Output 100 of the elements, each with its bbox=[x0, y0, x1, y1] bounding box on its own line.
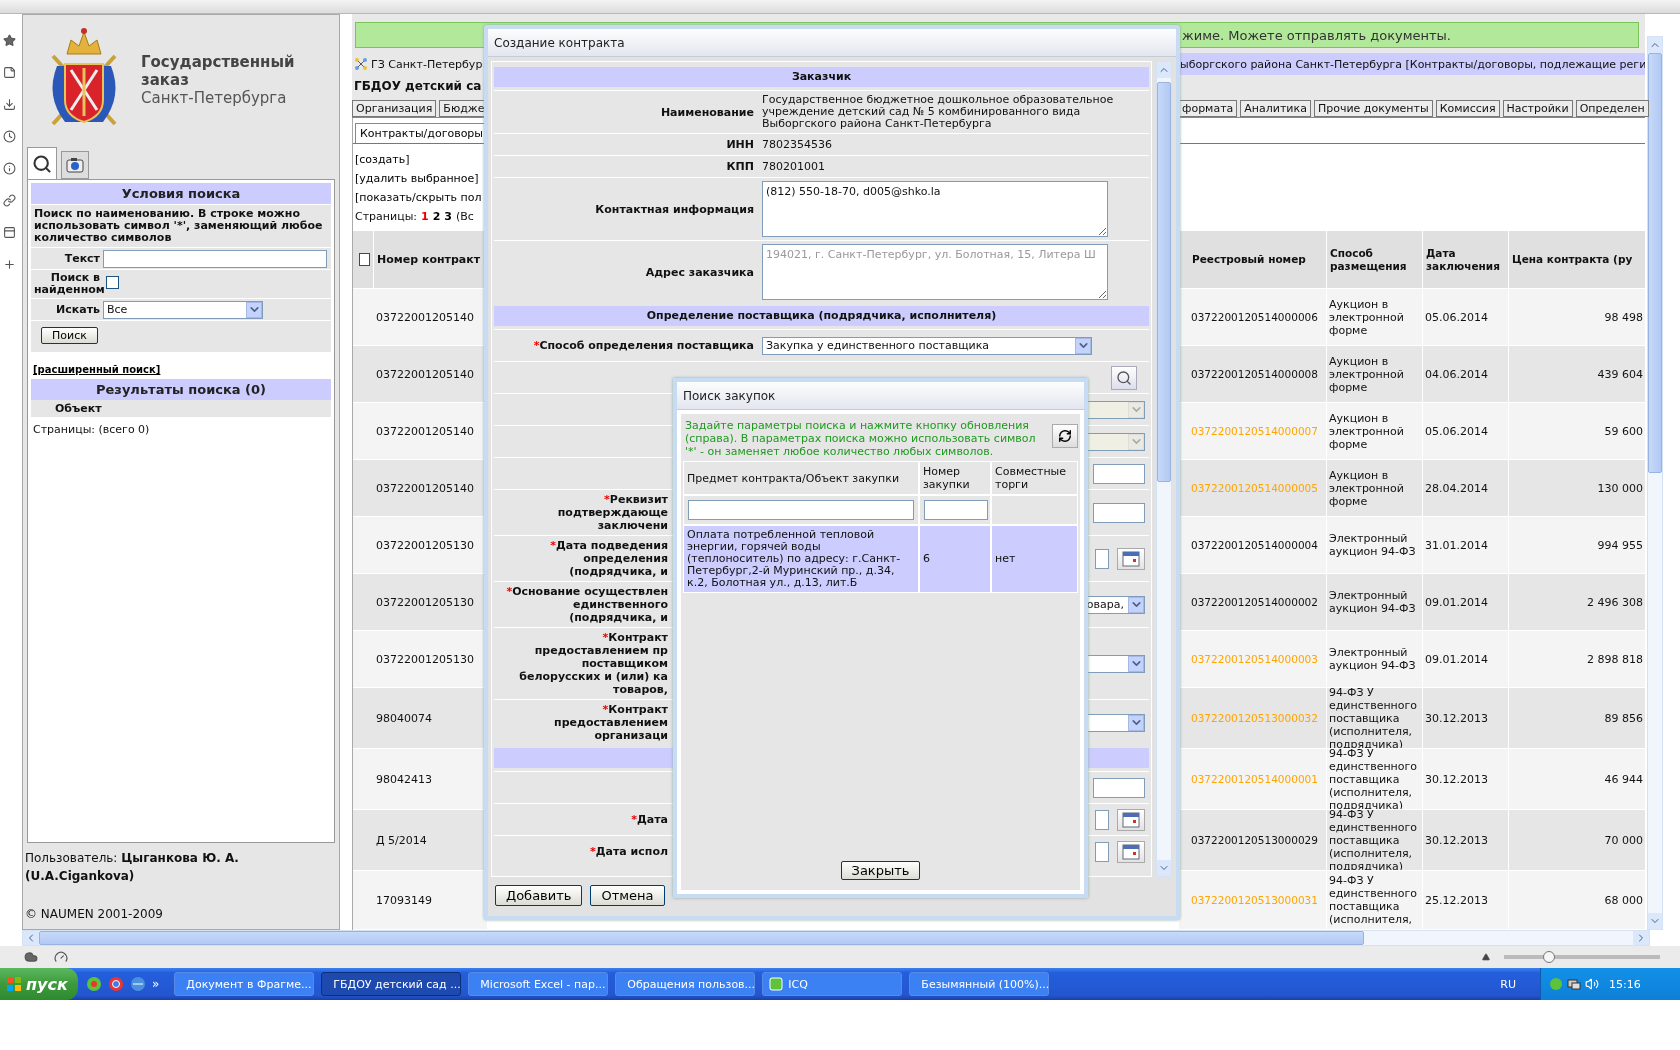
slider-thumb[interactable] bbox=[1542, 951, 1555, 963]
search-tab[interactable] bbox=[27, 147, 57, 179]
link-icon[interactable] bbox=[2, 194, 16, 207]
browser-icon[interactable] bbox=[108, 976, 124, 992]
download-icon[interactable] bbox=[2, 98, 16, 111]
advanced-search-link[interactable]: [расширенный поиск] bbox=[33, 364, 331, 375]
search-icon bbox=[1116, 369, 1132, 386]
add-button[interactable]: Добавить bbox=[495, 885, 583, 906]
table-cell: 25.12.2013 bbox=[1423, 870, 1509, 929]
input-field[interactable] bbox=[1093, 777, 1145, 798]
user-name: Пользователь: Цыганкова Ю. А. bbox=[25, 850, 240, 867]
gauge-icon[interactable] bbox=[54, 950, 68, 964]
cancel-button[interactable]: Отмена bbox=[590, 885, 665, 906]
clock-icon[interactable] bbox=[2, 130, 16, 143]
taskbar-button[interactable]: Безымянный (100%)... bbox=[909, 972, 1050, 996]
table-cell: 05.06.2014 bbox=[1423, 288, 1509, 345]
filter-field[interactable] bbox=[688, 500, 914, 520]
table-cell: 05.06.2014 bbox=[1423, 402, 1509, 459]
action-link[interactable]: [создать] bbox=[355, 150, 486, 169]
volume-icon[interactable] bbox=[1585, 977, 1599, 991]
info-icon[interactable] bbox=[2, 162, 16, 175]
star-icon[interactable] bbox=[2, 34, 16, 47]
scrollbar-thumb[interactable] bbox=[1648, 53, 1662, 473]
taskbar-button[interactable]: Документ в Фрагме... bbox=[174, 972, 315, 996]
table-cell: 28.04.2014 bbox=[1423, 459, 1509, 516]
tab[interactable]: Организация bbox=[352, 100, 437, 117]
date-field[interactable] bbox=[1095, 548, 1109, 569]
tab[interactable]: Определен bbox=[1575, 100, 1649, 117]
start-button[interactable]: пуск bbox=[0, 968, 78, 1000]
table-cell[interactable]: 6 bbox=[919, 525, 991, 593]
table-cell: Аукцион в электронной форме bbox=[1327, 288, 1423, 345]
network-icon[interactable] bbox=[1567, 977, 1581, 991]
page-link[interactable]: 1 bbox=[421, 207, 429, 226]
text-field[interactable] bbox=[103, 249, 327, 268]
taskbar-button[interactable]: ICQ bbox=[762, 972, 903, 996]
calendar-button[interactable] bbox=[1117, 547, 1145, 570]
table-cell: 94-ФЗ У единственного поставщика (исполнителя, bbox=[1327, 870, 1423, 929]
note-icon[interactable] bbox=[2, 66, 16, 79]
calendar-button[interactable] bbox=[1117, 808, 1145, 831]
taskbar-button[interactable]: Обращения пользов... bbox=[615, 972, 756, 996]
triangle-icon[interactable] bbox=[1482, 953, 1490, 961]
globe-icon[interactable] bbox=[130, 976, 146, 992]
refresh-button[interactable] bbox=[1052, 424, 1078, 448]
table-cell: 130 000 bbox=[1509, 459, 1645, 516]
search-button[interactable]: Поиск bbox=[41, 327, 98, 344]
flower-icon[interactable] bbox=[86, 976, 102, 992]
table-cell: 59 600 bbox=[1509, 402, 1645, 459]
table-cell: 94-ФЗ У единственного поставщика (исполнителя, подрядчика) bbox=[1327, 687, 1423, 748]
more-indicator[interactable]: » bbox=[152, 977, 160, 991]
table-cell: 09.01.2014 bbox=[1423, 573, 1509, 630]
filter-field[interactable] bbox=[924, 500, 988, 520]
table-cell: Аукцион в электронной форме bbox=[1327, 345, 1423, 402]
page-link[interactable]: 3 bbox=[444, 207, 452, 226]
tab[interactable]: Настройки bbox=[1502, 100, 1573, 117]
scrollbar-thumb[interactable] bbox=[1157, 82, 1171, 482]
windows-logo bbox=[6, 976, 22, 992]
user-login: (U.A.Cigankova) bbox=[25, 868, 136, 885]
camera-tab[interactable] bbox=[61, 151, 89, 179]
dialog-title: Поиск закупок bbox=[677, 382, 1084, 410]
table-cell: 2 496 308 bbox=[1509, 573, 1645, 630]
language-indicator[interactable]: RU bbox=[1500, 977, 1516, 991]
input-field[interactable] bbox=[1093, 463, 1145, 484]
scrollbar-thumb[interactable] bbox=[39, 931, 1364, 945]
date-field[interactable] bbox=[1095, 809, 1109, 830]
table-cell: 09.01.2014 bbox=[1423, 630, 1509, 687]
table-cell: Аукцион в электронной форме bbox=[1327, 459, 1423, 516]
cloud-icon[interactable] bbox=[24, 950, 38, 964]
calendar-button[interactable] bbox=[1117, 840, 1145, 863]
search-in-select[interactable]: Все bbox=[103, 300, 263, 319]
date-field[interactable] bbox=[1095, 841, 1109, 862]
tab[interactable]: Прочие документы bbox=[1313, 100, 1433, 117]
plus-icon[interactable] bbox=[2, 258, 16, 271]
field-label: *Способ определения поставщика bbox=[533, 339, 754, 352]
window-icon[interactable] bbox=[2, 226, 16, 239]
dropdown[interactable]: Закупка у единственного поставщика bbox=[762, 336, 1092, 355]
column-header bbox=[1179, 231, 1189, 288]
table-cell: 0372200120514000002 bbox=[1189, 573, 1327, 630]
table-cell[interactable]: нет bbox=[991, 525, 1078, 593]
tab[interactable]: Аналитика bbox=[1240, 100, 1311, 117]
column-header: Совместные торги bbox=[991, 461, 1078, 495]
contact-field[interactable]: (812) 550-18-70, d005@shko.la bbox=[762, 181, 1108, 237]
checkbox[interactable] bbox=[106, 276, 119, 289]
taskbar-button[interactable]: Microsoft Excel - пар... bbox=[468, 972, 609, 996]
action-link[interactable]: [показать/скрыть пол bbox=[355, 188, 486, 207]
checkbox[interactable] bbox=[359, 253, 370, 266]
tab[interactable]: формата bbox=[1178, 100, 1238, 117]
camera-icon bbox=[66, 157, 84, 173]
table-cell: Электронный аукцион 94-ФЗ bbox=[1327, 573, 1423, 630]
table-cell: Аукцион в электронной форме bbox=[1327, 402, 1423, 459]
table-cell: 30.12.2013 bbox=[1423, 687, 1509, 748]
search-hint: Поиск по наименованию. В строке можно использовать символ '*', заменяющий любое количество символов bbox=[31, 204, 331, 247]
input-field[interactable] bbox=[1093, 502, 1145, 523]
page-link[interactable]: 2 bbox=[432, 207, 441, 226]
search-button[interactable] bbox=[1111, 365, 1137, 390]
logo-subtitle: Санкт-Петербурга bbox=[141, 89, 288, 107]
taskbar-button[interactable]: ГБДОУ детский сад ... bbox=[321, 972, 462, 996]
tab[interactable]: Комиссия bbox=[1435, 100, 1500, 117]
close-button[interactable]: Закрыть bbox=[840, 861, 921, 880]
table-cell[interactable]: Оплата потребленной тепловой энергии, горячей воды (теплоноситель) по адресу: г.Санкт-Петербург,2-й Муринский пр., д.34, к.2, Болотная ул., д.13, лит.Б bbox=[683, 525, 919, 593]
action-link[interactable]: [удалить выбранное] bbox=[355, 169, 486, 188]
